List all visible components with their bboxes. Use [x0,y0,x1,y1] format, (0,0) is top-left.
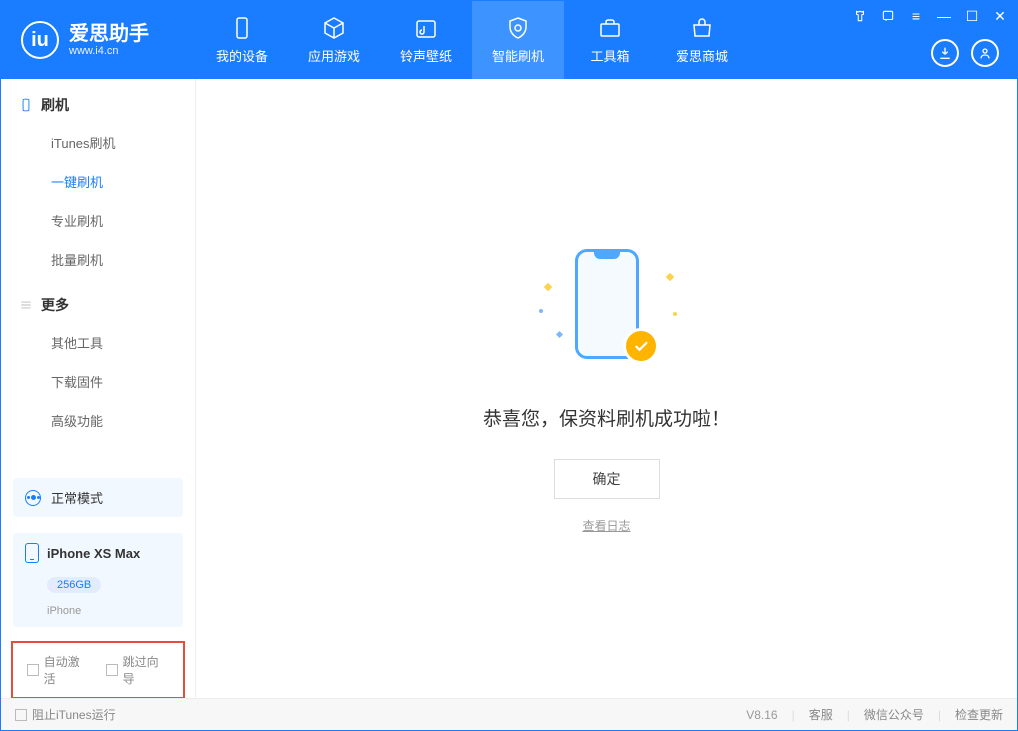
sparkle-icon [543,283,551,291]
minimize-button[interactable]: — [935,7,953,25]
dot-icon [539,309,543,313]
shirt-icon[interactable] [851,7,869,25]
mode-label: 正常模式 [51,488,103,507]
success-message: 恭喜您，保资料刷机成功啦！ [483,404,730,431]
device-icon [230,16,254,40]
maximize-button[interactable]: ☐ [963,7,981,25]
nav-tab-mydevice[interactable]: 我的设备 [196,1,288,79]
app-title: 爱思助手 [69,23,149,45]
nav-tabs: 我的设备 应用游戏 铃声壁纸 智能刷机 工具箱 爱思商城 [196,1,748,79]
separator: | [938,708,941,722]
status-bar: 阻止iTunes运行 V8.16 | 客服 | 微信公众号 | 检查更新 [1,698,1017,730]
nav-label: 应用游戏 [308,46,360,65]
app-subtitle: www.i4.cn [69,45,149,57]
checkbox-icon [106,664,118,676]
version-label: V8.16 [746,708,777,722]
dot-icon [673,312,677,316]
nav-tab-apps[interactable]: 应用游戏 [288,1,380,79]
nav-tab-store[interactable]: 爱思商城 [656,1,748,79]
user-button[interactable] [971,39,999,67]
list-icon [19,298,33,312]
cube-icon [322,16,346,40]
flash-options-row: 自动激活 跳过向导 [11,641,185,699]
sidebar-item-oneclick-flash[interactable]: 一键刷机 [1,162,195,201]
sidebar-item-advanced[interactable]: 高级功能 [1,401,195,440]
shield-refresh-icon [506,16,530,40]
checkbox-skip-guide[interactable]: 跳过向导 [106,653,169,687]
footer-right: V8.16 | 客服 | 微信公众号 | 检查更新 [746,706,1003,723]
chk-label: 自动激活 [44,653,90,687]
phone-outline-icon [19,98,33,112]
nav-label: 爱思商城 [676,46,728,65]
device-type: iPhone [47,605,81,617]
menu-icon[interactable]: ≡ [907,7,925,25]
main-content: 恭喜您，保资料刷机成功啦！ 确定 查看日志 [196,79,1017,699]
separator: | [792,708,795,722]
wechat-link[interactable]: 微信公众号 [864,706,924,723]
device-capacity: 256GB [47,577,101,593]
checkbox-auto-activate[interactable]: 自动激活 [27,653,90,687]
sidebar-item-batch-flash[interactable]: 批量刷机 [1,240,195,279]
device-name: iPhone XS Max [47,546,140,561]
nav-label: 智能刷机 [492,46,544,65]
sparkle-icon [665,273,673,281]
logo-text: 爱思助手 www.i4.cn [69,23,149,57]
phone-small-icon [25,543,39,563]
app-header: iu 爱思助手 www.i4.cn 我的设备 应用游戏 铃声壁纸 智能刷机 工具… [1,1,1017,79]
sidebar-group-more: 更多 [1,279,195,323]
chk-label: 跳过向导 [123,653,169,687]
checkbox-icon [15,709,27,721]
view-log-link[interactable]: 查看日志 [582,517,630,534]
check-update-link[interactable]: 检查更新 [955,706,1003,723]
group-label: 更多 [41,295,69,315]
sidebar-item-itunes-flash[interactable]: iTunes刷机 [1,123,195,162]
feedback-icon[interactable] [879,7,897,25]
ok-button[interactable]: 确定 [554,459,660,499]
nav-label: 铃声壁纸 [400,46,452,65]
window-controls: ≡ — ☐ ✕ [851,7,1009,25]
toolbox-icon [598,16,622,40]
sidebar-item-download-fw[interactable]: 下载固件 [1,362,195,401]
mode-normal-icon [25,490,41,506]
support-link[interactable]: 客服 [809,706,833,723]
group-label: 刷机 [41,95,69,115]
chk-label: 阻止iTunes运行 [32,706,116,723]
device-box[interactable]: iPhone XS Max 256GB iPhone [13,533,183,627]
app-logo-icon: iu [21,21,59,59]
sidebar: 刷机 iTunes刷机 一键刷机 专业刷机 批量刷机 更多 其他工具 下载固件 … [1,79,196,699]
sparkle-icon [555,331,562,338]
nav-label: 我的设备 [216,46,268,65]
checkmark-badge-icon [623,328,659,364]
app-body: 刷机 iTunes刷机 一键刷机 专业刷机 批量刷机 更多 其他工具 下载固件 … [1,79,1017,699]
nav-tab-toolbox[interactable]: 工具箱 [564,1,656,79]
sidebar-item-pro-flash[interactable]: 专业刷机 [1,201,195,240]
success-illustration [537,244,677,374]
checkbox-icon [27,664,39,676]
logo-area: iu 爱思助手 www.i4.cn [1,1,196,79]
checkbox-block-itunes[interactable]: 阻止iTunes运行 [15,706,116,723]
mode-box[interactable]: 正常模式 [13,478,183,517]
nav-label: 工具箱 [590,46,629,65]
nav-tab-ringtone[interactable]: 铃声壁纸 [380,1,472,79]
nav-tab-flash[interactable]: 智能刷机 [472,1,564,79]
store-icon [690,16,714,40]
music-folder-icon [414,16,438,40]
close-button[interactable]: ✕ [991,7,1009,25]
sidebar-group-flash: 刷机 [1,79,195,123]
sidebar-item-other-tools[interactable]: 其他工具 [1,323,195,362]
header-actions [931,39,999,67]
separator: | [847,708,850,722]
download-button[interactable] [931,39,959,67]
